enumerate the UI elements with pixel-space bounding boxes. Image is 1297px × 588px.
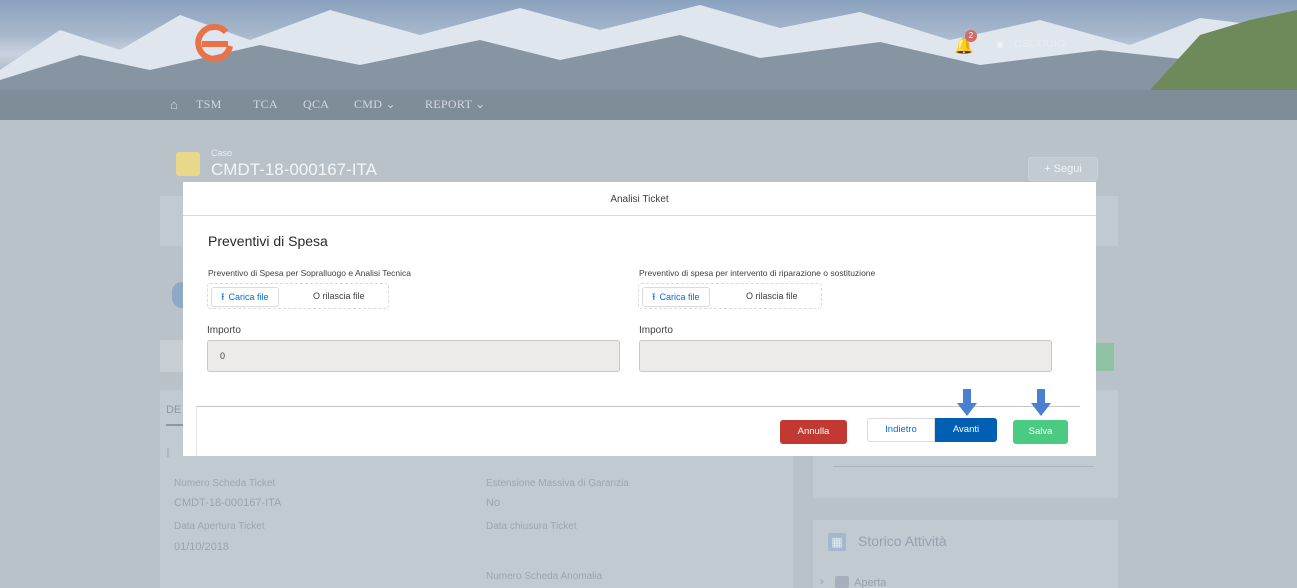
section-title: Preventivi di Spesa — [208, 233, 328, 249]
nav-item-tsm[interactable]: TSM — [196, 97, 222, 112]
file-dropzone-left[interactable]: ⭱ Carica file O rilascia file — [207, 283, 389, 309]
field-value: No — [486, 497, 501, 509]
divider — [833, 466, 1093, 467]
modal-header: Analisi Ticket — [183, 182, 1096, 216]
notification-badge: 2 — [965, 30, 977, 42]
record-type-label: Caso — [211, 148, 233, 158]
activity-icon — [835, 576, 849, 588]
field-label: Numero Scheda Ticket — [174, 478, 276, 489]
upload-icon: ⭱ — [221, 292, 225, 303]
nav-item-cmd[interactable]: CMD ⌄ — [354, 97, 396, 112]
modal-title: Analisi Ticket — [610, 194, 669, 205]
drop-file-text: O rilascia file — [746, 291, 798, 301]
amount-label-right: Importo — [639, 325, 673, 336]
file-dropzone-right[interactable]: ⭱ Carica file O rilascia file — [638, 283, 822, 309]
tab-active-indicator — [166, 424, 184, 426]
back-button[interactable]: Indietro — [867, 418, 935, 442]
tab-details[interactable]: DE — [166, 404, 181, 416]
follow-button[interactable]: + Segui — [1028, 157, 1098, 181]
header-banner — [0, 0, 1297, 90]
nav-bar — [0, 90, 1297, 120]
field-value: 01/10/2018 — [174, 541, 230, 553]
background-green-button — [1096, 343, 1114, 371]
upload-icon: ⭱ — [652, 292, 656, 303]
field-label: Numero Scheda Anomalia — [486, 571, 603, 582]
record-title: CMDT-18-000167-ITA — [211, 160, 377, 179]
amount-input-left[interactable]: 0 — [207, 340, 620, 372]
cancel-button[interactable]: Annulla — [780, 420, 847, 444]
drop-file-text: O rilascia file — [313, 291, 365, 301]
nav-item-tca[interactable]: TCA — [253, 97, 278, 112]
field-label: Estensione Massiva di Garanzia — [486, 478, 629, 489]
arrow-down-icon — [957, 389, 977, 416]
field-label: Data chiusura Ticket — [486, 521, 577, 532]
home-icon[interactable]: ⌂ — [170, 97, 178, 112]
next-button[interactable]: Avanti — [935, 418, 997, 442]
upload-file-button[interactable]: ⭱ Carica file — [642, 287, 710, 307]
field-value: CMDT-18-000167-ITA — [174, 497, 282, 509]
upload-label-left: Preventivo di Spesa per Sopralluogo e An… — [208, 268, 412, 278]
nav-item-report[interactable]: REPORT ⌄ — [425, 97, 486, 112]
arrow-down-icon — [1031, 389, 1051, 416]
nav-item-qca[interactable]: QCA — [303, 97, 329, 112]
user-name[interactable]: CSCOUIO — [1014, 38, 1065, 50]
section-header: I — [166, 444, 170, 460]
field-label: Data Apertura Ticket — [174, 521, 265, 532]
upload-file-button[interactable]: ⭱ Carica file — [211, 287, 279, 307]
save-button[interactable]: Salva — [1013, 420, 1068, 444]
amount-label-left: Importo — [207, 325, 241, 336]
activity-item[interactable]: Aperta — [854, 577, 886, 588]
case-icon — [176, 152, 200, 176]
activity-history-title: Storico Attività — [858, 533, 947, 549]
upload-label-right: Preventivo di spesa per intervento di ri… — [639, 268, 876, 278]
user-icon[interactable]: ● — [996, 36, 1004, 52]
grid-icon: ▦ — [828, 533, 846, 551]
brand-logo-icon — [195, 23, 233, 62]
chevron-right-icon[interactable]: › — [820, 576, 824, 588]
amount-input-right[interactable] — [639, 340, 1052, 372]
